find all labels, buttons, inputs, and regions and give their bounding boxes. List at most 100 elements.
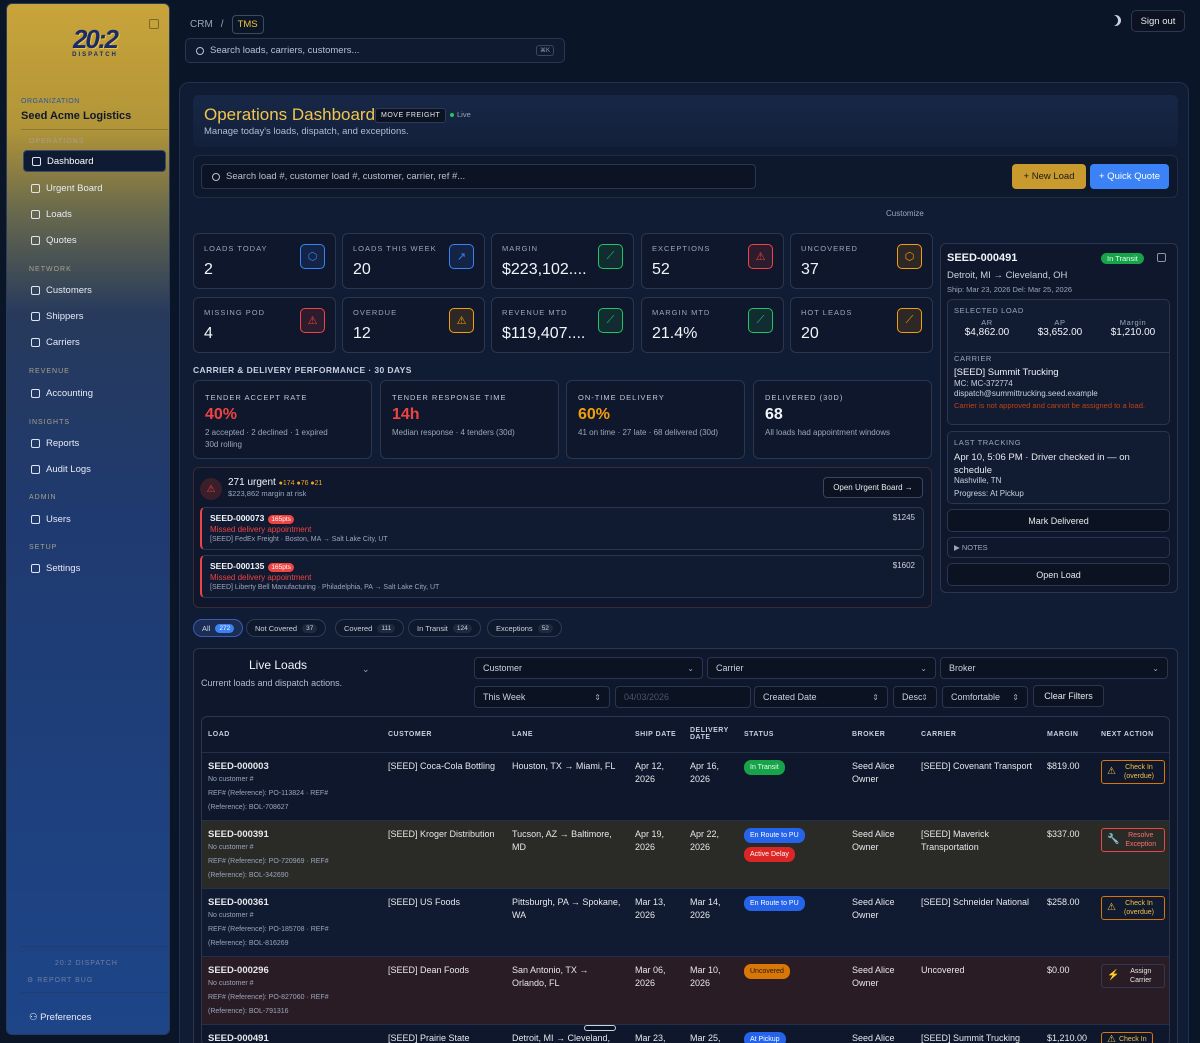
carrier-cell-text: [SEED] Summit Trucking <box>921 1032 1021 1043</box>
column-header[interactable]: STATUS <box>738 717 846 753</box>
filter-chip-covered[interactable]: Covered 111 <box>335 619 405 637</box>
urgent-row[interactable]: SEED-000073 165pts Missed delivery appoint… <box>200 507 924 550</box>
kpi-card[interactable]: REVENUE MTD $119,407.... ⟋ <box>491 297 634 353</box>
kpi-card[interactable]: EXCEPTIONS 52 ⚠ <box>641 233 784 289</box>
broker-filter-select[interactable]: Broker ⌄ <box>940 657 1168 679</box>
kpi-card[interactable]: UNCOVERED 37 ⬡ <box>790 233 933 289</box>
load-cell: SEED-000003 No customer # REF# (Reference)… <box>202 752 382 821</box>
kpi-card[interactable]: MARGIN $223,102.... ⟋ <box>491 233 634 289</box>
column-header[interactable]: DELIVERY DATE <box>684 717 738 753</box>
column-header[interactable]: CARRIER <box>915 717 1041 753</box>
customize-link[interactable]: Customize <box>886 209 924 218</box>
notes-toggle[interactable]: ▶ NOTES <box>947 537 1170 558</box>
theme-toggle-moon-icon[interactable] <box>1110 15 1121 26</box>
next-action-button[interactable]: ⚠ Check In (overdue) <box>1101 895 1165 920</box>
performance-detail: 41 on time · 27 late · 68 delivered (30d… <box>578 428 719 437</box>
kpi-card[interactable]: MARGIN MTD 21.4% ⟋ <box>641 297 784 353</box>
sidebar-item-quotes[interactable]: Quotes <box>23 229 166 251</box>
sign-out-button[interactable]: Sign out <box>1131 10 1185 32</box>
report-bug-link[interactable]: ⚙ REPORT BUG <box>27 976 93 984</box>
sidebar-item-carriers[interactable]: Carriers <box>23 331 166 353</box>
load-id[interactable]: SEED-000491 <box>208 1032 376 1043</box>
kpi-card[interactable]: MISSING POD 4 ⚠ <box>193 297 336 353</box>
filter-chip-all[interactable]: All 272 <box>193 619 244 637</box>
table-row[interactable]: SEED-000491 [SEED] Prairie State Detroit, … <box>202 1024 1169 1043</box>
date-range-select[interactable]: This Week ⇕ <box>474 686 610 708</box>
next-action-button[interactable]: 🔧 Resolve Exception <box>1101 827 1165 852</box>
brand-logo[interactable]: 20:2 DISPATCH <box>55 26 135 66</box>
column-header[interactable]: NEXT ACTION <box>1095 717 1169 753</box>
column-header[interactable]: CUSTOMER <box>382 717 506 753</box>
kpi-card[interactable]: LOADS TODAY 2 ⬡ <box>193 233 336 289</box>
quick-quote-button[interactable]: + Quick Quote <box>1090 164 1169 189</box>
mark-delivered-button[interactable]: Mark Delivered <box>947 509 1170 532</box>
preferences-link[interactable]: ⚇ Preferences <box>29 1012 91 1023</box>
kpi-card[interactable]: OVERDUE 12 ⚠ <box>342 297 485 353</box>
date-input[interactable]: 04/03/2026 <box>615 686 751 708</box>
sidebar-divider <box>21 992 168 993</box>
column-header[interactable]: MARGIN <box>1041 717 1095 753</box>
load-id[interactable]: SEED-000296 <box>208 964 376 977</box>
table-row[interactable]: SEED-000003 No customer # REF# (Reference)… <box>202 752 1169 821</box>
load-id[interactable]: SEED-000361 <box>208 896 376 909</box>
load-id[interactable]: SEED-000003 <box>208 760 376 773</box>
table-row[interactable]: SEED-000296 No customer # REF# (Reference)… <box>202 956 1169 1025</box>
filter-chip-in-transit[interactable]: In Transit 124 <box>408 619 481 637</box>
next-action-button[interactable]: ⚡ Assign Carrier <box>1101 963 1165 988</box>
column-header[interactable]: LANE <box>506 717 629 753</box>
carrier-filter-select[interactable]: Carrier ⌄ <box>707 657 936 679</box>
open-urgent-board-button[interactable]: Open Urgent Board → <box>823 477 923 498</box>
sidebar-item-users[interactable]: Users <box>23 508 166 530</box>
filter-chip-exceptions[interactable]: Exceptions 52 <box>487 619 562 637</box>
chevron-down-icon[interactable]: ⌄ <box>362 664 370 675</box>
sidebar-item-urgent-board[interactable]: Urgent Board <box>23 177 166 199</box>
customer-filter-select[interactable]: Customer ⌄ <box>474 657 703 679</box>
column-header[interactable]: SHIP DATE <box>629 717 684 753</box>
next-action-button[interactable]: ⚠ Check In <box>1101 1031 1153 1043</box>
urgent-row[interactable]: SEED-000135 165pts Missed delivery appoint… <box>200 555 924 598</box>
tracking-text: Apr 10, 5:06 PM · Driver checked in — on… <box>954 452 1130 476</box>
load-id[interactable]: SEED-000391 <box>208 828 376 841</box>
margin-block: Margin $1,210.00 <box>1108 318 1158 338</box>
customer-filter-value: Customer <box>483 663 523 673</box>
sidebar-item-loads[interactable]: Loads <box>23 203 166 225</box>
column-header[interactable]: BROKER <box>846 717 915 753</box>
density-select[interactable]: Comfortable ⇕ <box>942 686 1028 708</box>
urgent-route: [SEED] FedEx Freight · Boston, MA → Salt… <box>210 536 388 543</box>
carrier-email[interactable]: dispatch@summittrucking.seed.example <box>954 389 1098 398</box>
kpi-card[interactable]: LOADS THIS WEEK 20 ↗ <box>342 233 485 289</box>
sidebar-item-reports[interactable]: Reports <box>23 432 166 454</box>
open-load-button[interactable]: Open Load <box>947 563 1170 586</box>
global-search-input[interactable]: Search loads, carriers, customers... ⌘K <box>185 38 565 63</box>
org-name[interactable]: Seed Acme Logistics <box>21 110 131 122</box>
preferences-label: Preferences <box>40 1012 92 1023</box>
panel-toggle-icon[interactable] <box>1157 253 1166 262</box>
kpi-card[interactable]: HOT LEADS 20 ⟋ <box>790 297 933 353</box>
selected-load-id[interactable]: SEED-000491 <box>947 252 1017 264</box>
sidebar-item-label: Users <box>46 513 71 525</box>
filter-chip-not-covered[interactable]: Not Covered 37 <box>246 619 327 637</box>
org-label: ORGANIZATION <box>21 98 80 105</box>
sidebar-item-settings[interactable]: Settings <box>23 557 166 579</box>
table-row[interactable]: SEED-000361 No customer # REF# (Reference)… <box>202 888 1169 957</box>
sidebar: 20:2 DISPATCH ORGANIZATION Seed Acme Log… <box>6 3 170 1035</box>
sort-direction-select[interactable]: Desc ⇕ <box>893 686 937 708</box>
crumb-tms[interactable]: TMS <box>231 15 264 34</box>
collapse-sidebar-icon[interactable] <box>149 19 159 29</box>
carrier-name[interactable]: [SEED] Summit Trucking <box>954 367 1059 378</box>
crumb-crm[interactable]: CRM <box>190 19 213 30</box>
next-action-button[interactable]: ⚠ Check In (overdue) <box>1101 759 1165 784</box>
new-load-button[interactable]: + New Load <box>1012 164 1086 189</box>
sort-field-select[interactable]: Created Date ⇕ <box>754 686 888 708</box>
load-search-input[interactable]: Search load #, customer load #, customer… <box>201 164 756 189</box>
carrier-cell-text: [SEED] Maverick Transportation <box>921 828 990 852</box>
scroll-handle[interactable] <box>584 1025 616 1031</box>
sidebar-item-dashboard[interactable]: Dashboard <box>23 150 166 172</box>
sidebar-item-shippers[interactable]: Shippers <box>23 305 166 327</box>
clear-filters-button[interactable]: Clear Filters <box>1033 685 1104 707</box>
table-row[interactable]: SEED-000391 No customer # REF# (Reference)… <box>202 820 1169 889</box>
sidebar-item-audit-logs[interactable]: Audit Logs <box>23 458 166 480</box>
sidebar-item-customers[interactable]: Customers <box>23 279 166 301</box>
column-header[interactable]: LOAD <box>202 717 382 753</box>
sidebar-item-accounting[interactable]: Accounting <box>23 382 166 404</box>
